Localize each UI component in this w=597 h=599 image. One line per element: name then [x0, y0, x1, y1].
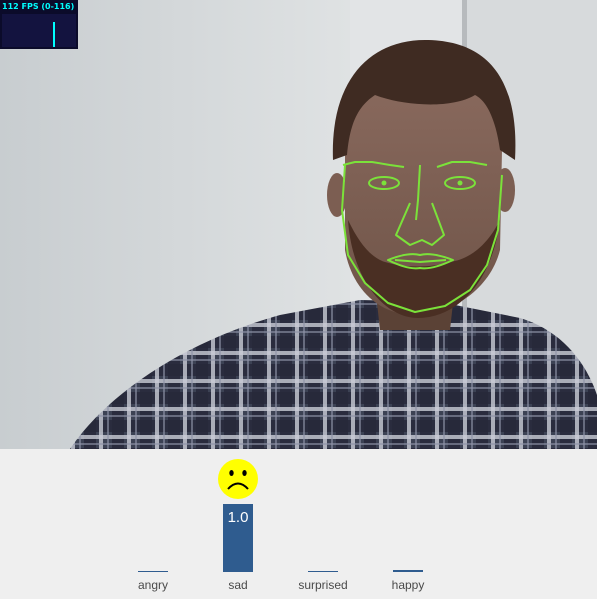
emotion-column-surprised: surprised — [294, 449, 379, 599]
emotion-label: angry — [137, 578, 169, 592]
right-pupil — [457, 180, 463, 186]
sad-face-icon — [217, 458, 259, 500]
emotion-bar — [308, 571, 338, 572]
fps-graph — [2, 14, 76, 47]
emotion-column-angry: angry — [124, 449, 209, 599]
fps-stats-panel[interactable]: 112 FPS (0-116) — [0, 0, 78, 49]
emotion-bar: 1.0 — [223, 504, 253, 572]
emotion-column-happy: happy — [379, 449, 464, 599]
emotion-detection-app: 112 FPS (0-116) angry 1.0 sad surprised … — [0, 0, 597, 599]
webcam-video: 112 FPS (0-116) — [0, 0, 597, 449]
emotion-bar — [138, 571, 168, 572]
emotion-bars: angry 1.0 sad surprised happy — [0, 449, 597, 599]
fps-label: 112 FPS (0-116) — [2, 2, 75, 11]
fps-graph-bar — [53, 22, 55, 47]
emotion-label: sad — [228, 578, 248, 592]
emotion-bar — [393, 570, 423, 572]
webcam-frame — [0, 0, 597, 449]
emotion-label: happy — [391, 578, 425, 592]
emotion-label: surprised — [298, 578, 348, 592]
emotion-bar-value: 1.0 — [227, 509, 249, 526]
left-pupil — [381, 180, 387, 186]
emotion-column-sad: 1.0 sad — [209, 449, 294, 599]
